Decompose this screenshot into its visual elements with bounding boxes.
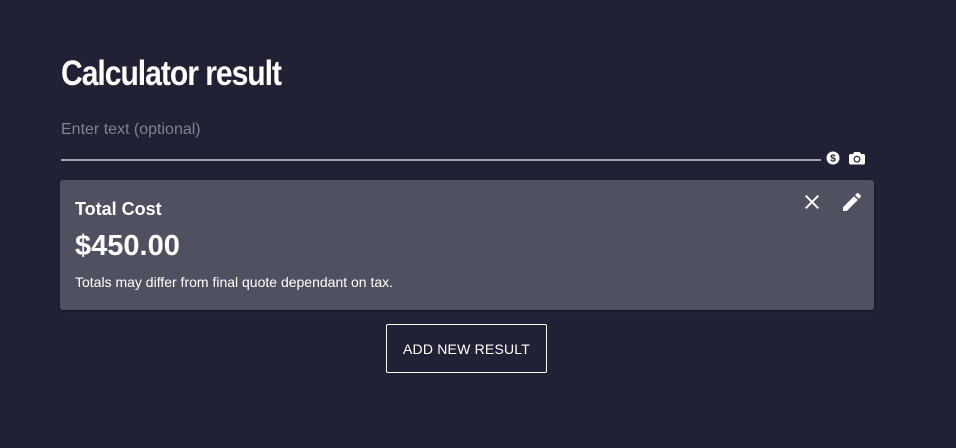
result-amount: $450.00 [75,230,180,262]
camera-icon[interactable] [849,151,865,165]
optional-text-input[interactable] [61,116,801,144]
text-field [61,112,821,161]
add-new-result-button[interactable]: ADD NEW RESULT [386,324,547,373]
result-card: Total Cost $450.00 Totals may differ fro… [60,180,874,310]
pencil-icon[interactable] [840,190,864,214]
dollar-icon[interactable]: $ [826,151,840,165]
page-title: Calculator result [61,54,282,93]
calculator-result-page: Calculator result $ Total Cost $450.00 T… [0,0,956,448]
result-note: Totals may differ from final quote depen… [75,274,394,290]
close-icon[interactable] [800,190,824,214]
result-label: Total Cost [75,199,162,219]
card-actions [800,190,864,214]
field-icons: $ [826,149,865,167]
svg-text:$: $ [830,154,836,165]
